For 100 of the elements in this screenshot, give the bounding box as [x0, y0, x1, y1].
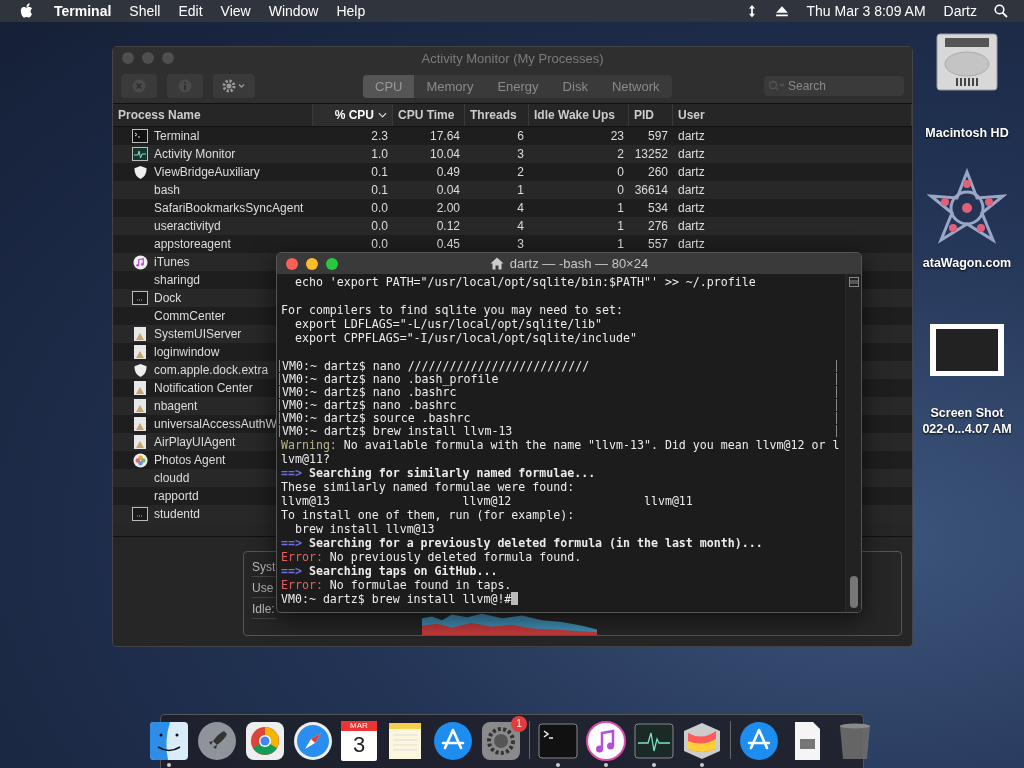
app-document-icon [133, 434, 147, 450]
screenshot-thumbnail[interactable] [930, 324, 1004, 376]
split-pane-icon[interactable] [848, 277, 859, 287]
smiling-face-icon[interactable] [149, 721, 189, 761]
terminal-line: These similarly named formulae were found: [280, 480, 575, 494]
terminal-line: lvm@11? [280, 452, 330, 466]
terminal-line: export LDFLAGS="-L/usr/local/opt/sqlite/lib" [293, 317, 603, 331]
app-store-icon[interactable] [433, 721, 473, 761]
table-cell: 0.1 [371, 165, 388, 179]
table-cell: 1 [517, 183, 524, 197]
eject-icon[interactable] [775, 4, 790, 18]
process-name: sharingd [154, 273, 201, 287]
table-cell: 0.49 [436, 165, 460, 179]
process-name: cloudd [154, 471, 190, 485]
table-cell: 0.04 [436, 183, 460, 197]
process-name: Notification Center [154, 381, 253, 395]
column-header[interactable]: % CPU [313, 104, 393, 126]
table-cell: 0.0 [371, 237, 388, 251]
search-field[interactable]: Search [764, 76, 904, 96]
menu-item[interactable]: View [211, 3, 260, 19]
gear-icon[interactable] [481, 721, 521, 761]
icon-label[interactable]: Screen Shot [930, 406, 1004, 420]
running-indicator [167, 763, 171, 767]
menu-item[interactable]: Shell [120, 3, 170, 19]
menu-item[interactable]: Window [259, 3, 328, 19]
icon-label[interactable]: 022-0...4.07 AM [922, 422, 1012, 436]
gear-menu-button[interactable] [213, 74, 255, 98]
process-name: rapportd [154, 489, 199, 503]
table-cell: 2 [617, 147, 624, 161]
icon-label[interactable]: ataWagon.com [922, 256, 1012, 270]
table-cell: 3 [517, 147, 524, 161]
table-cell: 23 [610, 129, 624, 143]
sort-chevron-icon [378, 112, 387, 118]
column-header[interactable]: PID [629, 104, 673, 126]
column-header[interactable]: CPU Time [393, 104, 465, 126]
calendar-icon[interactable]: MAR 3 [341, 721, 377, 761]
menu-item[interactable]: Edit [169, 3, 212, 19]
terminal-line: VM0:~ dartz$ nano .bashrc [279, 386, 837, 398]
terminal-icon[interactable] [538, 721, 578, 761]
terminal-line: To install one of them, run (for example): [280, 508, 575, 522]
heartbeat-monitor-icon[interactable] [634, 721, 674, 761]
process-name: com.apple.dock.extra [154, 363, 269, 377]
process-name: Photos Agent [154, 453, 226, 467]
hard-drive-icon[interactable] [935, 32, 999, 92]
app-store-icon[interactable] [739, 721, 779, 761]
circle-logo-icon[interactable] [245, 721, 285, 761]
monitor-graph-icon [132, 147, 148, 161]
table-cell: 0.0 [371, 219, 388, 233]
compass-icon[interactable] [293, 721, 333, 761]
rocket-icon[interactable] [197, 721, 237, 761]
table-cell: 276 [647, 219, 668, 233]
table-cell: 0.45 [436, 237, 460, 251]
terminal-line: VM0:~ dartz$ nano .bashrc [279, 399, 837, 411]
window-icon [132, 291, 148, 305]
process-name: nbagent [154, 399, 198, 413]
terminal-line: VM0:~ dartz$ brew install llvm@!# [279, 592, 519, 606]
table-cell: 4 [517, 201, 524, 215]
table-cell: 17.64 [429, 129, 460, 143]
music-note-icon[interactable] [586, 721, 626, 761]
scrollbar-thumb[interactable] [849, 576, 858, 608]
table-cell: 597 [647, 129, 668, 143]
minimize-button[interactable] [306, 258, 318, 270]
column-header[interactable]: User [673, 104, 912, 126]
table-cell: 1 [617, 237, 624, 251]
close-button[interactable] [286, 258, 298, 270]
notification-badge: 1 [511, 716, 527, 732]
terminal-line: Warning: No available formula with the name "llvm-13". Did you mean llvm@12 or l [280, 438, 840, 452]
table-cell: 36614 [634, 183, 668, 197]
running-indicator [652, 763, 656, 767]
window-title: dartz — -bash — 80×24 [509, 256, 649, 271]
flower-icon [132, 452, 148, 468]
menu-item[interactable]: Help [327, 3, 375, 19]
rainbow-surface-icon[interactable] [682, 721, 722, 761]
icon-label[interactable]: Macintosh HD [925, 126, 1009, 140]
menu-clock[interactable]: Thu Mar 3 8:09 AM [797, 3, 935, 19]
app-document-icon [133, 344, 147, 360]
info-icon [177, 78, 193, 94]
close-icon [131, 78, 147, 94]
zoom-button[interactable] [326, 258, 338, 270]
app-document-icon [133, 326, 147, 342]
table-cell: 1 [617, 201, 624, 215]
terminal-line: VM0:~ dartz$ brew install llvm-13 [279, 425, 837, 437]
user-name[interactable]: Dartz [934, 3, 986, 19]
app-menu[interactable]: Terminal [54, 3, 121, 19]
table-cell: dartz [678, 219, 705, 233]
window-title: Activity Monitor (My Processes) [421, 50, 604, 66]
table-cell: 2.3 [371, 129, 388, 143]
process-name: SystemUIServer [154, 327, 242, 341]
terminal-line: Error: No formulae found in taps. [280, 578, 512, 592]
table-cell: dartz [678, 201, 705, 215]
apple-logo-icon[interactable] [20, 3, 34, 19]
table-cell: 1.0 [371, 147, 388, 161]
search-icon[interactable] [994, 4, 1008, 18]
column-header[interactable]: Idle Wake Ups [529, 104, 629, 126]
house-icon [489, 257, 504, 270]
table-cell: 0 [617, 165, 624, 179]
process-name: Dock [154, 291, 182, 305]
terminal-line: ==> Searching for similarly named formulae... [280, 466, 596, 480]
column-header[interactable]: Threads [465, 104, 529, 126]
terminal-icon [132, 129, 148, 143]
